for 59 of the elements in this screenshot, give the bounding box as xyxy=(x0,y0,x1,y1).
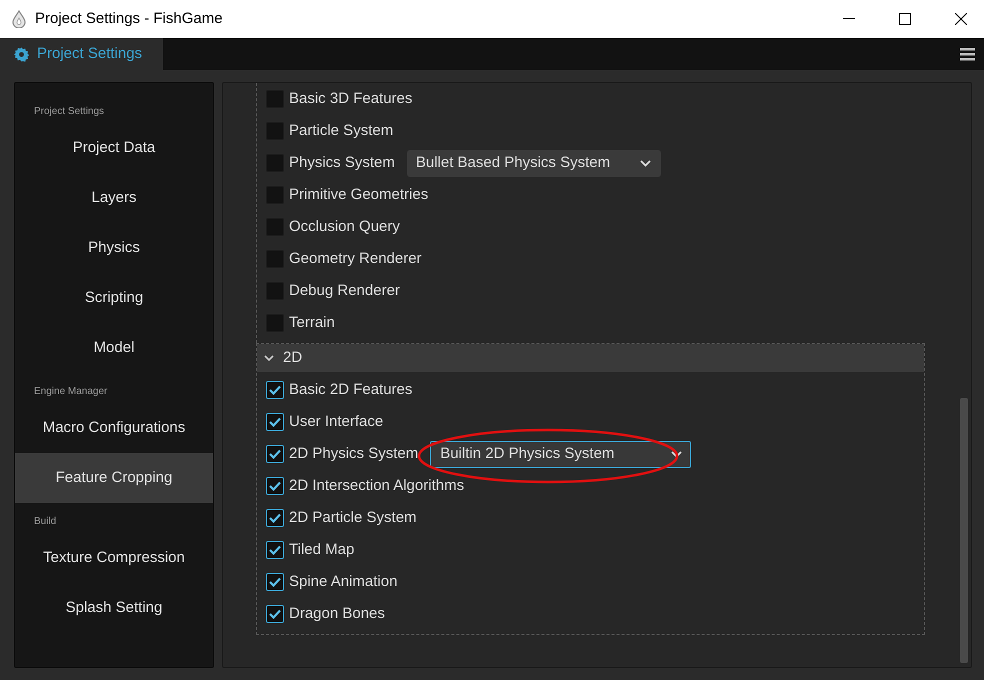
maximize-icon xyxy=(899,13,911,25)
checkbox[interactable] xyxy=(266,509,284,527)
sidebar-item[interactable]: Splash Setting xyxy=(15,583,213,633)
check-icon xyxy=(269,577,281,587)
checkbox[interactable] xyxy=(266,445,284,463)
feature-label: Physics System xyxy=(289,152,395,173)
sidebar-item[interactable]: Layers xyxy=(15,173,213,223)
sidebar-item[interactable]: Scripting xyxy=(15,273,213,323)
feature-label: 2D Intersection Algorithms xyxy=(289,476,464,496)
section-header[interactable]: 2D xyxy=(257,344,924,372)
sidebar-item[interactable]: Project Data xyxy=(15,123,213,173)
chevron-down-icon xyxy=(640,160,651,166)
checkbox[interactable] xyxy=(266,381,284,399)
chevron-down-icon xyxy=(671,450,682,458)
feature-label: Basic 3D Features xyxy=(289,88,412,109)
feature-label: Terrain xyxy=(289,312,335,333)
settings-tab[interactable]: Project Settings xyxy=(0,38,163,70)
feature-label: Primitive Geometries xyxy=(289,184,428,205)
checkbox[interactable] xyxy=(266,541,284,559)
sidebar-item[interactable]: Macro Configurations xyxy=(15,403,213,453)
group-header: Engine Manager xyxy=(33,384,108,398)
check-icon xyxy=(269,449,281,459)
feature-label: Tiled Map xyxy=(289,540,354,560)
feature-label: 2D Physics System xyxy=(289,444,418,464)
group-header: Build xyxy=(33,514,58,528)
group-header: Project Settings xyxy=(33,104,106,118)
chevron-down-icon xyxy=(264,355,274,361)
feature-label: Spine Animation xyxy=(289,572,398,592)
close-icon xyxy=(955,13,967,25)
minimize-icon xyxy=(843,18,855,20)
scrollbar[interactable] xyxy=(960,398,968,663)
sidebar-item[interactable]: Texture Compression xyxy=(15,533,213,583)
feature-label: Dragon Bones xyxy=(289,604,385,624)
window-title: Project Settings - FishGame xyxy=(35,8,223,29)
menu-icon[interactable] xyxy=(960,48,975,60)
check-icon xyxy=(269,385,281,395)
feature-label: Particle System xyxy=(289,120,394,141)
sidebar-item[interactable]: Physics xyxy=(15,223,213,273)
feature-label: 2D Particle System xyxy=(289,508,417,528)
sidebar-item[interactable]: Model xyxy=(15,323,213,373)
feature-label: User Interface xyxy=(289,412,384,432)
checkbox[interactable] xyxy=(266,605,284,623)
checkbox[interactable] xyxy=(266,413,284,431)
dropdown[interactable]: Bullet Based Physics System xyxy=(406,150,661,176)
check-icon xyxy=(269,417,281,427)
feature-label: Basic 2D Features xyxy=(289,380,412,400)
feature-label: Debug Renderer xyxy=(289,280,400,301)
feature-label: Geometry Renderer xyxy=(289,248,422,269)
sidebar-item[interactable]: Feature Cropping xyxy=(15,453,213,503)
dropdown[interactable]: Builtin 2D Physics System xyxy=(430,440,692,468)
gear-icon xyxy=(14,46,29,62)
check-icon xyxy=(269,545,281,555)
app-icon xyxy=(11,10,27,28)
check-icon xyxy=(269,481,281,491)
check-icon xyxy=(269,513,281,523)
check-icon xyxy=(269,609,281,619)
checkbox[interactable] xyxy=(266,477,284,495)
feature-label: Occlusion Query xyxy=(289,216,400,237)
checkbox[interactable] xyxy=(266,573,284,591)
